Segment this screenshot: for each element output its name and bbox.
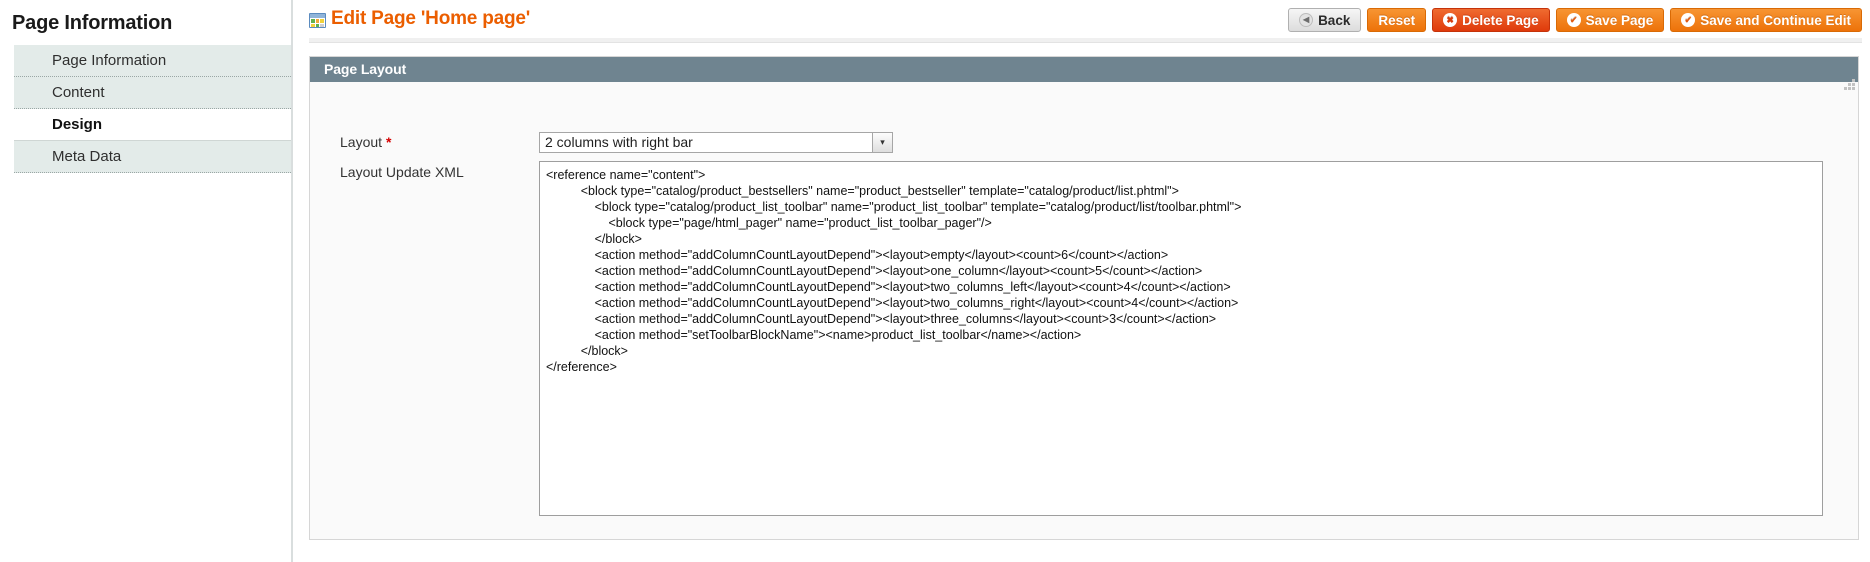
- panel-header-title: Page Layout: [310, 57, 1858, 82]
- save-page-button-label: Save Page: [1586, 13, 1654, 28]
- check-icon: ✔: [1567, 13, 1581, 27]
- layout-select-value: 2 columns with right bar: [540, 133, 872, 152]
- page-header: Edit Page 'Home page' ◀ Back Reset ✖ Del…: [295, 0, 1870, 42]
- page-root: Page Information Page Information Conten…: [0, 0, 1870, 562]
- sidebar-item-content[interactable]: Content: [14, 77, 291, 109]
- save-and-continue-edit-button-label: Save and Continue Edit: [1700, 13, 1851, 28]
- delete-page-button[interactable]: ✖ Delete Page: [1432, 8, 1550, 32]
- check-icon: ✔: [1681, 13, 1695, 27]
- panel-body: Layout * 2 columns with right bar ▾ Layo…: [310, 82, 1858, 539]
- layout-label-text: Layout: [340, 134, 382, 150]
- layout-update-xml-textarea[interactable]: <reference name="content"> <block type="…: [539, 161, 1823, 516]
- page-grid-icon: [309, 13, 326, 28]
- header-divider: [309, 38, 1862, 43]
- save-and-continue-edit-button[interactable]: ✔ Save and Continue Edit: [1670, 8, 1862, 32]
- layout-select[interactable]: 2 columns with right bar ▾: [539, 132, 893, 153]
- delete-page-button-label: Delete Page: [1462, 13, 1539, 28]
- sidebar-item-label: Content: [52, 84, 105, 101]
- reset-button-label: Reset: [1378, 13, 1415, 28]
- layout-update-xml-label: Layout Update XML: [340, 164, 464, 180]
- sidebar-item-label: Design: [52, 116, 102, 133]
- page-title: Edit Page 'Home page': [331, 8, 530, 30]
- sidebar-item-meta-data[interactable]: Meta Data: [14, 141, 291, 173]
- delete-x-icon: ✖: [1443, 13, 1457, 27]
- sidebar-item-page-information[interactable]: Page Information: [14, 45, 291, 77]
- back-button[interactable]: ◀ Back: [1288, 8, 1361, 32]
- layout-field-label: Layout *: [340, 134, 391, 150]
- reset-button[interactable]: Reset: [1367, 8, 1426, 32]
- sidebar-item-label: Page Information: [52, 52, 166, 69]
- header-button-bar: ◀ Back Reset ✖ Delete Page ✔ Save Page ✔…: [1288, 8, 1862, 32]
- textarea-resize-handle[interactable]: [1843, 79, 1856, 92]
- content-area: Edit Page 'Home page' ◀ Back Reset ✖ Del…: [295, 0, 1870, 562]
- chevron-down-icon[interactable]: ▾: [872, 133, 892, 152]
- save-page-button[interactable]: ✔ Save Page: [1556, 8, 1665, 32]
- sidebar-item-label: Meta Data: [52, 148, 121, 165]
- sidebar: Page Information Page Information Conten…: [0, 0, 293, 562]
- sidebar-nav-list: Page Information Content Design Meta Dat…: [0, 45, 291, 173]
- sidebar-item-design[interactable]: Design: [14, 109, 291, 141]
- back-arrow-icon: ◀: [1299, 13, 1313, 27]
- required-asterisk: *: [386, 134, 391, 150]
- page-layout-panel: Page Layout Layout * 2 columns with righ…: [309, 56, 1859, 540]
- back-button-label: Back: [1318, 13, 1350, 28]
- sidebar-title: Page Information: [0, 0, 291, 36]
